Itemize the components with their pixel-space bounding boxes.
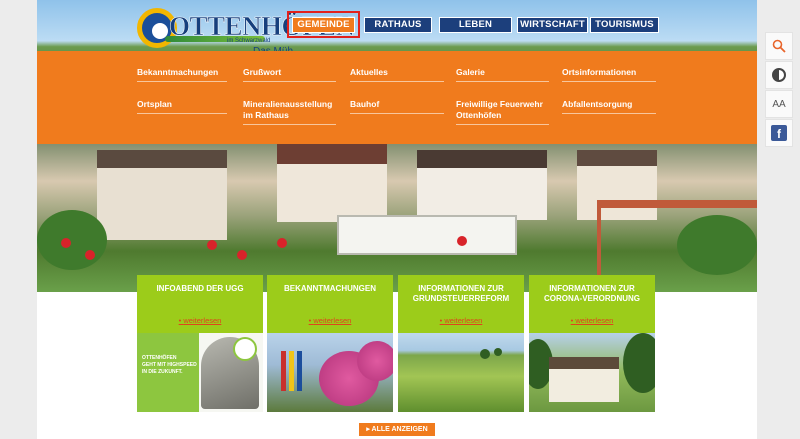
card-header: INFOABEND DER UGG weiterlesen <box>137 275 263 333</box>
contrast-icon <box>772 68 786 82</box>
facebook-button[interactable]: f <box>765 119 793 147</box>
flyer-text: OTTENHÖFEN <box>142 355 177 361</box>
card-image[interactable] <box>529 333 655 412</box>
card-header: INFORMATIONEN ZUR CORONA-VERORDNUNG weit… <box>529 275 655 333</box>
field-tree <box>494 348 502 356</box>
dropdown-item-ortsinformationen[interactable]: Ortsinformationen <box>562 67 656 82</box>
news-card[interactable]: INFOABEND DER UGG weiterlesen OTTENHÖFEN… <box>137 275 263 412</box>
hero-flower <box>457 236 467 246</box>
site-logo[interactable]: OTTENHÖFEN im Schwarzwald Das Müh <box>135 6 355 57</box>
show-all-button[interactable]: ALLE ANZEIGEN <box>359 423 435 436</box>
hero-bush <box>37 210 107 270</box>
dropdown-item-bekanntmachungen[interactable]: Bekanntmachungen <box>137 67 227 82</box>
card-title: INFOABEND DER UGG <box>156 284 244 293</box>
hero-house <box>277 142 387 222</box>
card-image[interactable] <box>267 333 393 412</box>
card-read-more-link[interactable]: weiterlesen <box>529 316 655 325</box>
dropdown-item-aktuelles[interactable]: Aktuelles <box>350 67 444 82</box>
nav-wirtschaft[interactable]: WIRTSCHAFT <box>517 17 588 33</box>
news-card[interactable]: INFORMATIONEN ZUR CORONA-VERORDNUNG weit… <box>529 275 655 412</box>
hero-flower <box>85 250 95 260</box>
card-image[interactable] <box>398 333 524 412</box>
card-title: INFORMATIONEN ZUR GRUNDSTEUERREFORM <box>412 284 510 303</box>
corona-tree <box>623 333 655 393</box>
card-read-more-link[interactable]: weiterlesen <box>398 316 524 325</box>
search-icon <box>772 39 786 53</box>
side-toolbar: AA f <box>765 32 793 148</box>
rhododendron <box>357 341 393 381</box>
hero-flower <box>277 238 287 248</box>
search-button[interactable] <box>765 32 793 60</box>
hero-house <box>97 150 227 240</box>
card-read-more-link[interactable]: weiterlesen <box>267 316 393 325</box>
nav-tourismus[interactable]: TOURISMUS <box>590 17 659 33</box>
field-tree <box>480 349 490 359</box>
font-size-icon: AA <box>772 98 786 110</box>
dropdown-item-mineralienausstellung[interactable]: Mineralienausstellung im Rathaus <box>243 99 336 125</box>
hero-flower <box>61 238 71 248</box>
flyer-text: GEHT MIT HIGHSPEED <box>142 362 197 368</box>
hero-flower <box>207 240 217 250</box>
hero-display-boards <box>337 215 517 255</box>
card-title: INFORMATIONEN ZUR CORONA-VERORDNUNG <box>544 284 640 303</box>
dropdown-item-feuerwehr[interactable]: Freiwillige Feuerwehr Ottenhöfen <box>456 99 549 125</box>
nav-leben[interactable]: LEBEN <box>439 17 512 33</box>
page-frame: OTTENHÖFEN im Schwarzwald Das Müh GEMEIN… <box>37 0 757 439</box>
dropdown-item-abfallentsorgung[interactable]: Abfallentsorgung <box>562 99 656 114</box>
nav-rathaus[interactable]: RATHAUS <box>364 17 432 33</box>
news-card[interactable]: BEKANNTMACHUNGEN weiterlesen <box>267 275 393 412</box>
dropdown-item-grusswort[interactable]: Grußwort <box>243 67 336 82</box>
flag <box>281 351 286 391</box>
active-nav-marker <box>287 11 360 38</box>
flyer-text: IN DIE ZUKUNFT. <box>142 369 183 375</box>
news-card[interactable]: INFORMATIONEN ZUR GRUNDSTEUERREFORM weit… <box>398 275 524 412</box>
card-read-more-link[interactable]: weiterlesen <box>137 316 263 325</box>
nav-dropdown: Bekanntmachungen Grußwort Aktuelles Gale… <box>37 51 757 144</box>
hero-house <box>417 150 547 220</box>
hero-flower <box>237 250 247 260</box>
logo-subtitle: im Schwarzwald <box>227 38 271 44</box>
card-image[interactable]: OTTENHÖFEN GEHT MIT HIGHSPEED IN DIE ZUK… <box>137 333 263 412</box>
font-size-button[interactable]: AA <box>765 90 793 118</box>
dropdown-item-galerie[interactable]: Galerie <box>456 67 549 82</box>
contrast-button[interactable] <box>765 61 793 89</box>
dropdown-item-bauhof[interactable]: Bauhof <box>350 99 444 114</box>
flag <box>297 351 302 391</box>
card-title: BEKANNTMACHUNGEN <box>284 284 376 293</box>
card-header: BEKANNTMACHUNGEN weiterlesen <box>267 275 393 333</box>
corona-house <box>549 357 619 402</box>
flag <box>289 351 294 391</box>
card-header: INFORMATIONEN ZUR GRUNDSTEUERREFORM weit… <box>398 275 524 333</box>
facebook-icon: f <box>771 125 787 141</box>
hero-bush <box>677 215 757 275</box>
dropdown-item-ortsplan[interactable]: Ortsplan <box>137 99 227 114</box>
flyer-badge-icon <box>233 337 257 361</box>
